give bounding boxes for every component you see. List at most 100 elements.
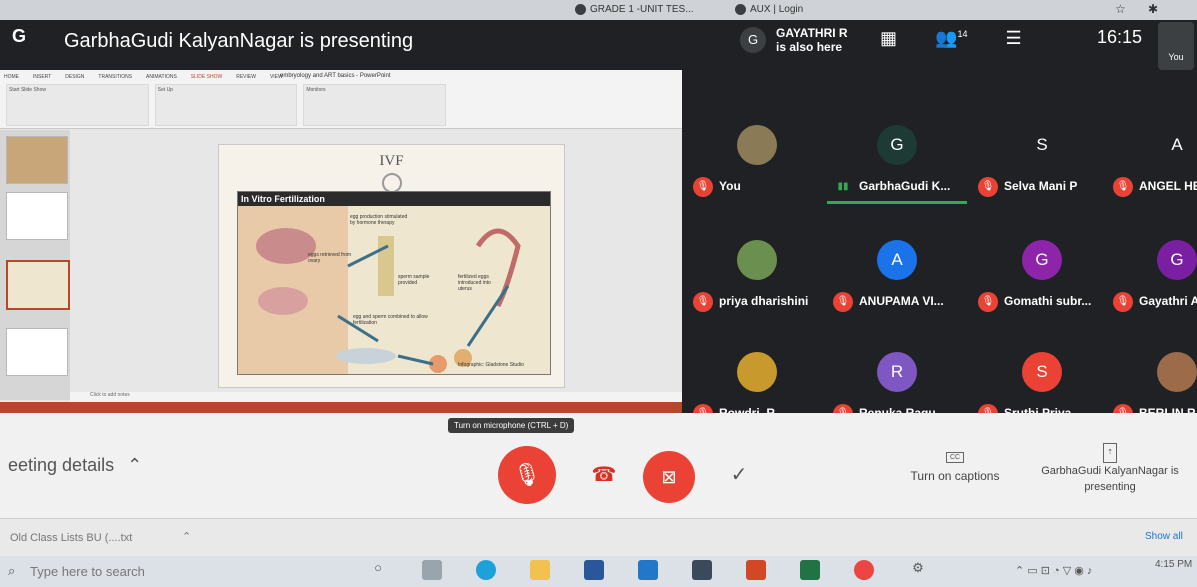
participant-tile[interactable]: 🎙 priya dharishini [687,230,827,340]
powerpoint-icon[interactable] [746,560,766,580]
meeting-clock: 16:15 [1097,27,1143,47]
also-here-text: is also here [776,40,843,54]
windows-taskbar: ⌕ Type here to search ○ ⚙ ⌃ ▭ ⊡ ◔ ▽ ◉ ♪ … [0,556,1197,587]
settings-icon[interactable]: ⚙ [908,560,928,580]
mic-off-icon: 🎙 [513,462,541,487]
search-icon: ⌕ [8,563,16,578]
ribbon-tab[interactable]: TRANSITIONS [98,74,132,80]
mic-muted-icon: 🎙 [978,177,998,197]
edge-icon[interactable] [476,560,496,580]
powerpoint-ribbon: HOME INSERT DESIGN TRANSITIONS ANIMATION… [0,70,682,129]
avatar: A [877,240,917,280]
avatar [737,352,777,392]
camera-off-icon: ⊠ [661,467,677,487]
avatar: G [1022,240,1062,280]
task-view-icon[interactable] [422,560,442,580]
ribbon-tab[interactable]: DESIGN [65,74,84,80]
ribbon-group: Monitors [303,84,447,126]
people-count: 14 [957,29,968,39]
ribbon-tab[interactable]: ANIMATIONS [146,74,177,80]
layout-grid-icon[interactable]: ▦ [880,28,897,49]
download-item[interactable]: Old Class Lists BU (....txt [10,532,132,544]
ribbon-tab[interactable]: REVIEW [236,74,256,80]
avatar: G [1157,240,1197,280]
avatar [1157,352,1197,392]
speaking-icon: ▮▮ [837,181,849,192]
self-view-tile[interactable]: You [1158,22,1194,70]
meeting-details-label: eeting details [8,455,115,475]
presenting-info[interactable]: ⇡ GarbhaGudi KalyanNagar is presenting [1030,443,1190,495]
slide-decoration [382,173,402,193]
mail-icon[interactable] [638,560,658,580]
participant-name: Gomathi subr... [1004,294,1092,308]
avatar [737,240,777,280]
show-all-link[interactable]: Show all [1145,531,1183,542]
notes-pane[interactable]: Click to add notes [70,392,682,402]
chrome-icon[interactable] [854,560,874,580]
current-slide: IVF In Vitro Fertilization egg productio… [218,144,565,388]
tab-label: GRADE 1 -UNIT TES... [590,4,694,15]
mic-muted-icon: 🎙 [693,292,713,312]
participant-tile[interactable]: A 🎙 ANUPAMA VI... [827,230,967,340]
browser-tab-grade[interactable]: GRADE 1 -UNIT TES... [575,4,694,15]
ivf-infographic: In Vitro Fertilization egg production st… [237,191,551,375]
tab-favicon-icon [735,4,746,15]
presenting-label: GarbhaGudi KalyanNagar is presenting [1041,465,1179,493]
check-button[interactable]: ✓ [715,451,763,499]
captions-button[interactable]: CC Turn on captions [900,448,1010,483]
meeting-details-button[interactable]: eeting details ⌃ [8,455,142,476]
store-icon[interactable] [692,560,712,580]
file-explorer-icon[interactable] [530,560,550,580]
taskbar-search-input[interactable]: Type here to search [30,564,145,579]
ribbon-group-label: Monitors [306,87,326,93]
ribbon-tab[interactable]: SLIDE SHOW [191,74,222,80]
leave-call-button[interactable]: ☎ [580,451,628,499]
slide-thumbnail[interactable] [6,260,70,310]
mic-muted-icon: 🎙 [833,292,853,312]
slide-thumbnail[interactable] [6,328,68,376]
excel-icon[interactable] [800,560,820,580]
slide-thumbnails [0,130,70,400]
people-icon[interactable]: 👥14 [935,28,967,49]
participant-tile[interactable]: 🎙 You [687,115,827,225]
participant-tile[interactable]: G 🎙 Gomathi subr... [972,230,1112,340]
ribbon-tab[interactable]: INSERT [33,74,51,80]
chevron-up-icon[interactable]: ⌃ [182,530,191,543]
chat-icon[interactable]: ☰ [1005,28,1021,49]
participant-name: GarbhaGudi K... [859,179,951,193]
cortana-icon[interactable]: ○ [368,560,388,580]
participant-name: ANGEL HE [1139,179,1197,193]
ppt-status-bar [0,402,682,413]
word-icon[interactable] [584,560,604,580]
app-logo: G [12,26,27,46]
slide-thumbnail[interactable] [6,192,68,240]
avatar: A [1157,125,1197,165]
captions-label: Turn on captions [910,469,1000,483]
participant-grid: 🎙 You G ▮▮ GarbhaGudi K... S 🎙 Selva Mani P A 🎙 AN… [682,70,1197,424]
participant-tile[interactable]: S 🎙 Selva Mani P [972,115,1112,225]
slide-thumbnail[interactable] [6,136,68,184]
check-icon: ✓ [730,464,748,486]
ribbon-group-label: Set Up [157,87,173,93]
ivf-step-1: egg production stimulated by hormone the… [350,214,408,226]
star-icon[interactable]: ☆ [1115,2,1126,16]
active-speaker-indicator [827,201,967,204]
ivf-illustration [238,206,521,374]
microphone-toggle-button[interactable]: 🎙 [498,446,556,504]
infographic-credit: Infographic: Gladstone Studio [458,362,524,368]
browser-tab-aux[interactable]: AUX | Login [735,4,803,15]
system-tray-icons[interactable]: ⌃ ▭ ⊡ ◔ ▽ ◉ ♪ [1015,564,1092,577]
participant-tile[interactable]: G 🎙 Gayathri A [1107,230,1197,340]
ribbon-tabs: HOME INSERT DESIGN TRANSITIONS ANIMATION… [4,74,283,80]
camera-toggle-button[interactable]: ⊠ [643,451,695,503]
avatar: G [740,27,766,53]
mic-muted-icon: 🎙 [1113,177,1133,197]
participant-tile[interactable]: G ▮▮ GarbhaGudi K... [827,115,967,225]
browser-tab-strip: GRADE 1 -UNIT TES... AUX | Login ☆ ✱ [0,0,1197,20]
ivf-step-5: fertilized eggs introduced into uterus [458,274,491,292]
participant-name: You [719,179,741,193]
self-view-label: You [1168,52,1184,62]
participant-tile[interactable]: A 🎙 ANGEL HE [1107,115,1197,225]
ribbon-tab[interactable]: HOME [4,74,19,80]
extensions-icon[interactable]: ✱ [1148,2,1158,16]
